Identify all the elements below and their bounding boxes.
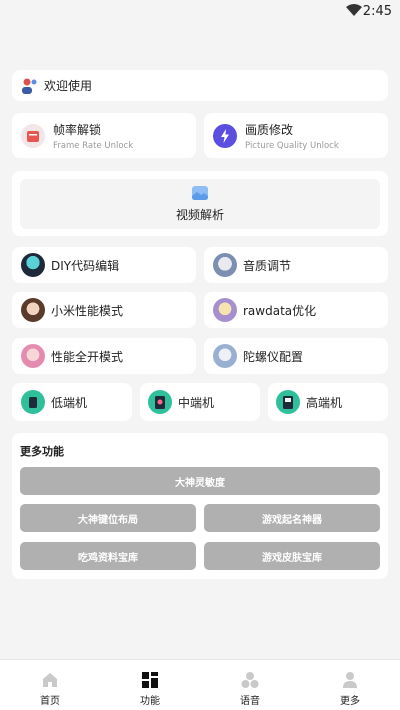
master-key-layout-button[interactable]: 大神键位布局	[20, 504, 196, 532]
gyroscope-config-label: 陀螺仪配置	[243, 349, 304, 364]
frame-rate-title: 帧率解锁	[53, 122, 102, 137]
high-end-device-icon	[276, 390, 300, 414]
diy-avatar-icon	[21, 253, 45, 277]
voice-icon	[241, 672, 259, 688]
game-name-generator-button[interactable]: 游戏起名神器	[204, 504, 380, 532]
more-functions-card: 更多功能 大神灵敏度 大神键位布局 游戏起名神器 吃鸡资料宝库 游戏皮肤宝库	[12, 433, 388, 579]
pubg-data-library-button[interactable]: 吃鸡资料宝库	[20, 542, 196, 570]
full-performance-card[interactable]: 性能全开模式	[12, 338, 196, 374]
low-end-device-icon	[21, 390, 45, 414]
master-sensitivity-button[interactable]: 大神灵敏度	[20, 467, 380, 495]
rawdata-optimize-card[interactable]: rawdata优化	[204, 292, 388, 328]
xiaomi-performance-card[interactable]: 小米性能模式	[12, 292, 196, 328]
high-end-device-label: 高端机	[306, 395, 343, 410]
nav-home-label: 首页	[40, 696, 60, 707]
user-icon	[343, 672, 357, 688]
welcome-label: 欢迎使用	[44, 79, 93, 93]
gyroscope-avatar-icon	[213, 344, 237, 368]
mid-range-device-icon	[148, 390, 172, 414]
sound-quality-label: 音质调节	[243, 258, 292, 273]
welcome-user-icon	[22, 78, 37, 94]
low-end-device-card[interactable]: 低端机	[12, 383, 132, 421]
full-performance-avatar-icon	[21, 344, 45, 368]
nav-voice[interactable]: 语音	[220, 660, 280, 710]
sound-quality-card[interactable]: 音质调节	[204, 247, 388, 283]
sound-avatar-icon	[213, 253, 237, 277]
grid-icon	[142, 672, 158, 688]
mid-range-device-label: 中端机	[178, 395, 215, 410]
xiaomi-performance-label: 小米性能模式	[51, 303, 124, 318]
home-icon	[43, 673, 57, 687]
video-parse-card: 视频解析	[12, 171, 388, 236]
mid-range-device-card[interactable]: 中端机	[140, 383, 260, 421]
nav-functions-label: 功能	[140, 696, 160, 707]
diy-code-edit-label: DIY代码编辑	[51, 258, 120, 273]
low-end-device-label: 低端机	[51, 395, 88, 410]
more-functions-title: 更多功能	[20, 445, 64, 458]
diy-code-edit-card[interactable]: DIY代码编辑	[12, 247, 196, 283]
full-performance-label: 性能全开模式	[51, 349, 124, 364]
nav-more-label: 更多	[340, 696, 360, 707]
wifi-icon	[346, 4, 362, 16]
xiaomi-avatar-icon	[21, 298, 45, 322]
lightning-icon	[213, 123, 237, 148]
video-parse-label: 视频解析	[175, 207, 224, 222]
game-skin-library-button[interactable]: 游戏皮肤宝库	[204, 542, 380, 570]
picture-quality-card[interactable]: 画质修改 Picture Quality Unlock	[204, 113, 388, 158]
picture-quality-subtitle: Picture Quality Unlock	[245, 140, 339, 151]
bottom-nav: 首页 功能 语音 更多	[0, 659, 400, 710]
high-end-device-card[interactable]: 高端机	[268, 383, 388, 421]
picture-quality-title: 画质修改	[245, 122, 294, 137]
rawdata-avatar-icon	[213, 298, 237, 322]
nav-functions[interactable]: 功能	[120, 660, 180, 710]
nav-home[interactable]: 首页	[20, 660, 80, 710]
nav-more[interactable]: 更多	[320, 660, 380, 710]
nav-voice-label: 语音	[240, 696, 260, 707]
rawdata-optimize-label: rawdata优化	[243, 303, 317, 318]
video-parse-button[interactable]: 视频解析	[20, 179, 380, 229]
status-time: 2:45	[362, 4, 392, 19]
video-icon	[192, 185, 208, 200]
status-bar: 2:45	[0, 0, 400, 24]
frame-rate-icon	[21, 123, 45, 148]
gyroscope-config-card[interactable]: 陀螺仪配置	[204, 338, 388, 374]
welcome-card[interactable]: 欢迎使用	[12, 70, 388, 101]
frame-rate-subtitle: Frame Rate Unlock	[53, 140, 134, 151]
frame-rate-unlock-card[interactable]: 帧率解锁 Frame Rate Unlock	[12, 113, 196, 158]
